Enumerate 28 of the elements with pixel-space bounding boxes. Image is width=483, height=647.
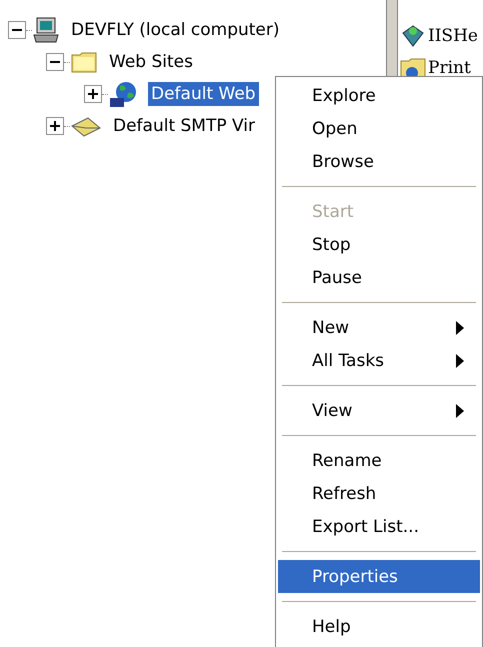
menu-item[interactable]: View (278, 394, 480, 427)
menu-item[interactable]: All Tasks (278, 344, 480, 377)
menu-item[interactable]: Rename (278, 444, 480, 477)
list-item[interactable]: IISHe (428, 26, 478, 46)
package-icon (400, 23, 426, 49)
menu-item[interactable]: Stop (278, 228, 480, 261)
expander-icon[interactable] (46, 53, 64, 71)
expander-icon[interactable] (46, 117, 64, 135)
tree-item[interactable]: Default SMTP Vir (110, 114, 258, 138)
menu-item[interactable]: Refresh (278, 477, 480, 510)
menu-item[interactable]: Explore (278, 79, 480, 112)
computer-icon (32, 16, 60, 44)
tree-item[interactable]: Default Web (148, 82, 259, 106)
expander-icon[interactable] (84, 85, 102, 103)
expander-icon[interactable] (8, 21, 26, 39)
submenu-arrow-icon (456, 404, 464, 418)
menu-item[interactable]: Export List... (278, 510, 480, 543)
menu-item[interactable]: Open (278, 112, 480, 145)
submenu-arrow-icon (456, 354, 464, 368)
submenu-arrow-icon (456, 320, 464, 334)
menu-item[interactable]: Help (278, 610, 480, 643)
tree-item[interactable]: Web Sites (106, 50, 196, 74)
menu-item[interactable]: Pause (278, 261, 480, 294)
menu-item[interactable]: Browse (278, 145, 480, 178)
menu-item[interactable]: New (278, 311, 480, 344)
tree-item[interactable]: DEVFLY (local computer) (68, 18, 283, 42)
menu-item[interactable]: Properties (278, 560, 480, 593)
list-item[interactable]: Print (428, 58, 471, 78)
